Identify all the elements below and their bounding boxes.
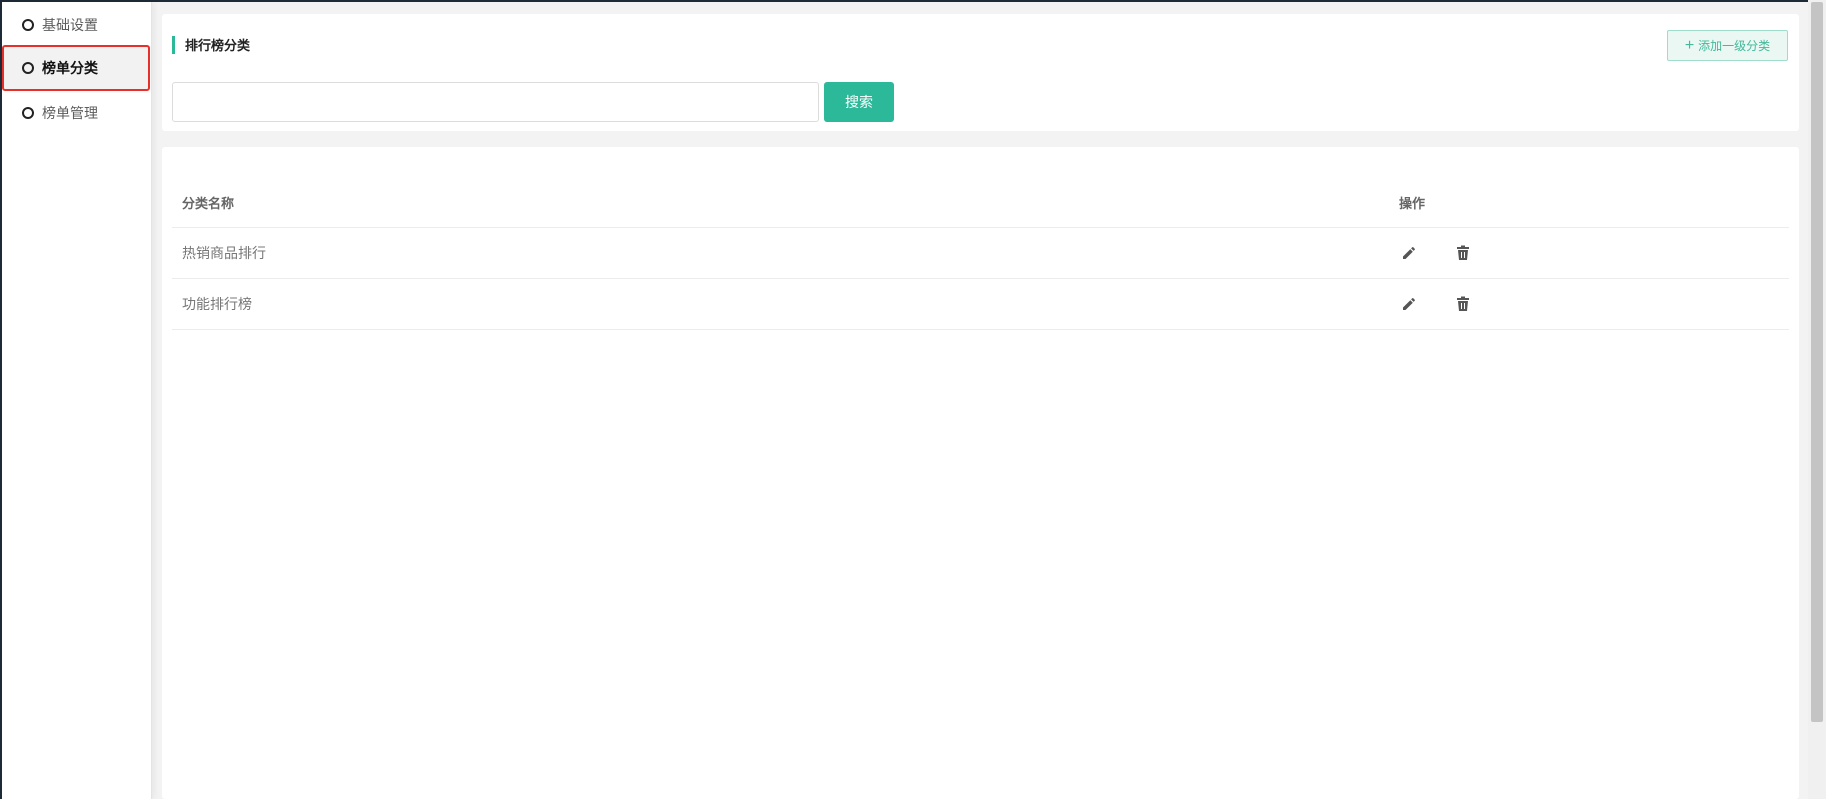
column-header-actions: 操作 bbox=[1399, 195, 1426, 211]
sidebar-item-list-management[interactable]: 榜单管理 bbox=[2, 90, 150, 136]
delete-icon[interactable] bbox=[1453, 294, 1473, 314]
plus-icon: + bbox=[1684, 36, 1695, 54]
sidebar-item-label: 榜单分类 bbox=[42, 60, 98, 76]
sidebar: 基础设置 榜单分类 榜单管理 bbox=[2, 2, 152, 799]
sidebar-item-label: 榜单管理 bbox=[42, 105, 98, 121]
page-title: 排行榜分类 bbox=[185, 38, 251, 53]
table-header-row: 分类名称 操作 bbox=[172, 177, 1789, 228]
column-header-name: 分类名称 bbox=[182, 195, 235, 211]
category-name: 热销商品排行 bbox=[182, 245, 266, 261]
sidebar-item-label: 基础设置 bbox=[42, 17, 98, 33]
sidebar-item-basic-settings[interactable]: 基础设置 bbox=[2, 2, 150, 48]
category-name: 功能排行榜 bbox=[182, 296, 252, 312]
table-row: 热销商品排行 bbox=[172, 228, 1789, 279]
circle-icon bbox=[22, 107, 34, 119]
title-accent-bar bbox=[172, 35, 175, 54]
search-input[interactable] bbox=[172, 82, 819, 122]
edit-icon[interactable] bbox=[1399, 243, 1419, 263]
window-top-border bbox=[0, 0, 1826, 2]
page-title-group: 排行榜分类 bbox=[172, 35, 250, 54]
header-panel: 排行榜分类 + 添加一级分类 搜索 bbox=[162, 14, 1799, 131]
search-button[interactable]: 搜索 bbox=[824, 82, 894, 122]
delete-icon[interactable] bbox=[1453, 243, 1473, 263]
circle-icon bbox=[22, 19, 34, 31]
add-button-label: 添加一级分类 bbox=[1698, 39, 1771, 53]
sidebar-item-list-category[interactable]: 榜单分类 bbox=[2, 45, 150, 91]
scrollbar-thumb[interactable] bbox=[1811, 2, 1823, 722]
row-actions bbox=[1399, 279, 1473, 329]
row-actions bbox=[1399, 228, 1473, 278]
add-top-category-button[interactable]: + 添加一级分类 bbox=[1667, 30, 1788, 61]
table-panel: 分类名称 操作 热销商品排行 功能排行榜 bbox=[162, 147, 1799, 799]
category-table: 分类名称 操作 热销商品排行 功能排行榜 bbox=[172, 177, 1789, 330]
table-row: 功能排行榜 bbox=[172, 279, 1789, 330]
edit-icon[interactable] bbox=[1399, 294, 1419, 314]
circle-icon bbox=[22, 62, 34, 74]
